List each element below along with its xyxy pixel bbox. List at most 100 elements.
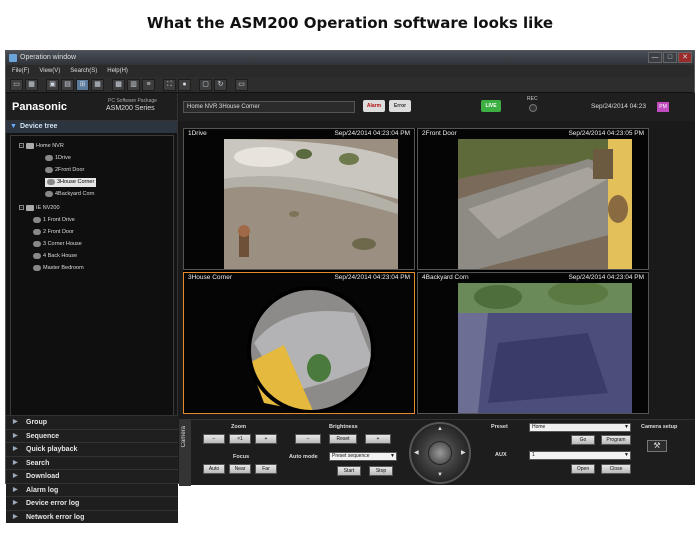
device-tree-header[interactable]: ▼ Device tree: [6, 121, 177, 133]
camera-tile-3[interactable]: 3House Corner Sep/24/2014 04:23:04 PM: [183, 272, 415, 414]
ptz-joystick[interactable]: ▲ ▼ ◀ ▶: [409, 422, 471, 484]
tree-node-home-nvr[interactable]: − Home NVR: [19, 142, 64, 151]
print-icon[interactable]: ▭: [235, 78, 248, 91]
expand-icon[interactable]: −: [19, 143, 24, 149]
layout-4-icon[interactable]: ▦: [25, 78, 38, 91]
joystick-center[interactable]: [428, 441, 452, 465]
expand-arrow-icon: ▶: [13, 446, 18, 452]
camera-tile-2[interactable]: 2Front Door Sep/24/2014 04:23:05 PM: [417, 128, 649, 270]
section-group[interactable]: ▶ Group: [6, 415, 178, 429]
camera-icon: [33, 264, 41, 271]
tile-timestamp: Sep/24/2014 04:23:04 PM: [334, 130, 410, 137]
camera-tab[interactable]: Camera: [179, 420, 191, 486]
camera-tab-label: Camera: [181, 426, 187, 448]
pan-right-icon[interactable]: ▶: [461, 449, 466, 456]
pan-up-icon[interactable]: ▲: [437, 426, 443, 432]
section-search[interactable]: ▶ Search: [6, 455, 178, 469]
aux-close-button[interactable]: Close: [601, 464, 631, 474]
auto-mode-select[interactable]: Preset sequence ▼: [329, 452, 397, 461]
preset-program-button[interactable]: Program: [601, 435, 631, 445]
zoom-in-button[interactable]: +: [255, 434, 277, 444]
window-title: Operation window: [20, 54, 77, 61]
window-titlebar: Operation window — □ ✕: [6, 51, 694, 65]
layout-1-icon[interactable]: ▭: [10, 78, 23, 91]
preset-value: Home: [532, 424, 546, 430]
maximize-button[interactable]: □: [663, 52, 677, 63]
section-label: Alarm log: [26, 486, 59, 494]
fullscreen-icon[interactable]: ⛶: [163, 78, 176, 91]
section-alarm-log[interactable]: ▶ Alarm log: [6, 482, 178, 496]
brightness-up-button[interactable]: +: [365, 434, 391, 444]
tree-node-label: 1 Front Drive: [43, 217, 75, 223]
focus-near-button[interactable]: Near: [229, 464, 251, 474]
focus-far-button[interactable]: Far: [255, 464, 277, 474]
camera-tile-4[interactable]: 4Backyard Corn Sep/24/2014 04:23:04 PM: [417, 272, 649, 414]
aux-select[interactable]: 1 ▼: [529, 451, 631, 460]
section-sequence[interactable]: ▶ Sequence: [6, 428, 178, 442]
zoom-x1-button[interactable]: ×1: [229, 434, 251, 444]
tree-node-1-front-drive[interactable]: 1 Front Drive: [33, 216, 75, 225]
tree-node-2front-door[interactable]: 2Front Door: [45, 166, 84, 175]
rec-indicator-icon: [529, 104, 537, 112]
section-network-error-log[interactable]: ▶ Network error log: [6, 509, 178, 523]
auto-mode-stop-button[interactable]: Stop: [369, 466, 393, 476]
camera-icon: [47, 178, 55, 185]
aux-open-button[interactable]: Open: [571, 464, 595, 474]
error-button[interactable]: Error: [389, 100, 411, 112]
camera-tile-1[interactable]: 1Drive Sep/24/2014 04:23:04 PM: [183, 128, 415, 270]
sequence-icon[interactable]: ▤: [61, 78, 74, 91]
minimize-button[interactable]: —: [648, 52, 662, 63]
section-download[interactable]: ▶ Download: [6, 469, 178, 483]
quad-view-icon[interactable]: ⊞: [76, 78, 89, 91]
expand-arrow-icon: ▶: [13, 432, 18, 439]
pan-left-icon[interactable]: ◀: [414, 449, 419, 456]
camera-icon: [45, 190, 53, 197]
ampm-badge: PM: [657, 102, 669, 112]
tree-node-4-back-house[interactable]: 4 Back House: [33, 252, 77, 261]
camera-feed-image: [224, 283, 398, 413]
view-list-icon[interactable]: ≡: [142, 78, 155, 91]
section-device-error-log[interactable]: ▶ Device error log: [6, 496, 178, 510]
pan-down-icon[interactable]: ▼: [437, 472, 443, 478]
menu-search[interactable]: Search(S): [70, 65, 97, 77]
zoom-out-button[interactable]: −: [203, 434, 225, 444]
preset-select[interactable]: Home ▼: [529, 423, 631, 432]
package-line-1: PC Software Package: [108, 98, 157, 104]
rec-label: REC: [527, 96, 538, 102]
snapshot-icon[interactable]: ●: [178, 78, 191, 91]
tree-node-master-bedroom[interactable]: Master Bedroom: [33, 264, 84, 273]
tree-node-4backyard-corn[interactable]: 4Backyard Corn: [45, 190, 94, 199]
brightness-down-button[interactable]: −: [295, 434, 321, 444]
view-9-icon[interactable]: ▦: [91, 78, 104, 91]
focus-auto-button[interactable]: Auto: [203, 464, 225, 474]
menu-help[interactable]: Help(H): [107, 65, 128, 77]
brightness-reset-button[interactable]: Reset: [329, 434, 357, 444]
tree-node-3house-corner[interactable]: 3House Corner: [45, 178, 97, 187]
tree-node-3-corner-house[interactable]: 3 Corner House: [33, 240, 82, 249]
tree-node-1drive[interactable]: 1Drive: [45, 154, 71, 163]
view-grid-icon[interactable]: ▥: [127, 78, 140, 91]
record-icon[interactable]: ▢: [199, 78, 212, 91]
preset-go-button[interactable]: Go: [571, 435, 595, 445]
view-16-icon[interactable]: ▩: [112, 78, 125, 91]
chevron-down-icon: ▼: [390, 453, 395, 459]
slide-title: What the ASM200 Operation software looks…: [146, 14, 554, 32]
section-quick-playback[interactable]: ▶ Quick playback: [6, 442, 178, 456]
tree-node-2-front-door[interactable]: 2 Front Door: [33, 228, 74, 237]
menu-bar: File(F) View(V) Search(S) Help(H): [6, 65, 694, 77]
menu-view[interactable]: View(V): [39, 65, 60, 77]
expand-icon[interactable]: −: [19, 205, 24, 211]
monitor-icon[interactable]: ▣: [46, 78, 59, 91]
section-label: Network error log: [26, 513, 85, 521]
expand-arrow-icon: ▶: [13, 500, 18, 506]
tree-node-label: 4 Back House: [43, 253, 78, 259]
wrench-icon[interactable]: ⚒: [647, 440, 667, 452]
refresh-icon[interactable]: ↻: [214, 78, 227, 91]
live-badge[interactable]: LIVE: [481, 100, 501, 112]
tile-label: 3House Corner: [188, 274, 233, 281]
close-button[interactable]: ✕: [678, 52, 692, 63]
auto-mode-start-button[interactable]: Start: [337, 466, 361, 476]
alarm-button[interactable]: Alarm: [363, 100, 385, 112]
menu-file[interactable]: File(F): [12, 65, 29, 77]
tree-node-ie-nv200[interactable]: − IE NV200: [19, 204, 60, 213]
